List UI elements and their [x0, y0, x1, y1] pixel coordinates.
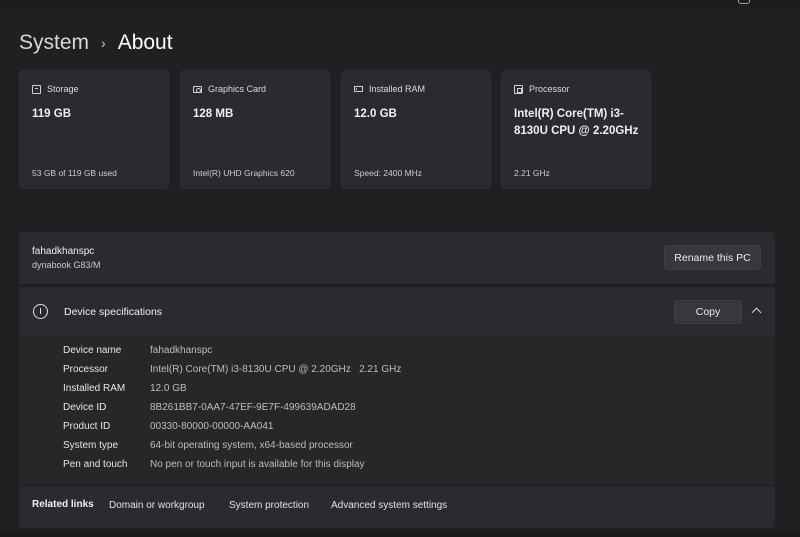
- card-title: Storage: [47, 84, 79, 94]
- card-title: Installed RAM: [369, 84, 426, 94]
- spec-value: 64-bit operating system, x64-based proce…: [150, 440, 353, 451]
- storage-card[interactable]: Storage 119 GB 53 GB of 119 GB used: [19, 70, 169, 189]
- spec-row-pen-and-touch: Pen and touch No pen or touch input is a…: [19, 456, 775, 475]
- card-value: 119 GB: [32, 108, 71, 120]
- page-title: About: [117, 31, 173, 54]
- spec-key: Installed RAM: [63, 383, 126, 394]
- spec-value: No pen or touch input is available for t…: [150, 459, 365, 470]
- processor-card[interactable]: Processor Intel(R) Core(TM) i3-8130U CPU…: [501, 70, 651, 189]
- pc-name: fahadkhanspc: [32, 246, 95, 257]
- ram-icon: [354, 86, 363, 92]
- graphics-card-card[interactable]: Graphics Card 128 MB Intel(R) UHD Graphi…: [180, 70, 330, 189]
- device-specifications-panel: Device specifications Copy Device name f…: [19, 287, 775, 485]
- related-links-label: Related links: [32, 499, 94, 510]
- spec-key: Product ID: [63, 421, 111, 432]
- card-value: 12.0 GB: [354, 108, 397, 120]
- card-title: Graphics Card: [208, 84, 267, 94]
- device-specifications-header[interactable]: Device specifications Copy: [19, 287, 775, 337]
- spec-key: Device name: [63, 345, 122, 356]
- spec-row-processor: Processor Intel(R) Core(TM) i3-8130U CPU…: [19, 361, 775, 380]
- spec-key: Processor: [63, 364, 109, 375]
- rename-pc-button[interactable]: Rename this PC: [664, 245, 761, 270]
- spec-row-installed-ram: Installed RAM 12.0 GB: [19, 380, 775, 399]
- graphics-card-icon: [193, 85, 202, 93]
- section-title: Device specifications: [64, 306, 163, 318]
- installed-ram-card[interactable]: Installed RAM 12.0 GB Speed: 2400 MHz: [341, 70, 491, 189]
- card-title: Processor: [529, 84, 570, 94]
- link-domain-or-workgroup[interactable]: Domain or workgroup: [109, 500, 205, 511]
- spec-value: 12.0 GB: [150, 383, 187, 394]
- pc-model: dynabook G83/M: [32, 260, 101, 270]
- chevron-right-icon: ›: [101, 35, 106, 51]
- spec-row-device-name: Device name fahadkhanspc: [19, 342, 775, 361]
- spec-row-device-id: Device ID 8B261BB7-0AA7-47EF-9E7F-499639…: [19, 399, 775, 418]
- copy-button[interactable]: Copy: [674, 300, 742, 324]
- spec-list: Device name fahadkhanspc Processor Intel…: [19, 338, 775, 485]
- spec-key: System type: [63, 440, 119, 451]
- card-footer: 2.21 GHz: [514, 168, 550, 178]
- card-footer: 53 GB of 119 GB used: [32, 168, 117, 178]
- info-icon: [33, 304, 48, 319]
- card-footer: Speed: 2400 MHz: [354, 168, 423, 178]
- spec-key: Pen and touch: [63, 459, 128, 470]
- card-value: Intel(R) Core(TM) i3-8130U CPU @ 2.20GHz: [514, 108, 639, 137]
- spec-value: 00330-80000-00000-AA041: [150, 421, 274, 432]
- breadcrumb-system[interactable]: System: [19, 31, 89, 55]
- spec-value: fahadkhanspc: [150, 345, 213, 356]
- title-bar: [0, 0, 800, 8]
- spec-value: 8B261BB7-0AA7-47EF-9E7F-499639ADAD28: [150, 402, 356, 413]
- pc-name-panel: fahadkhanspc dynabook G83/M Rename this …: [19, 232, 775, 284]
- card-value: 128 MB: [193, 108, 234, 120]
- taskbar-edge: [0, 530, 800, 537]
- spec-row-system-type: System type 64-bit operating system, x64…: [19, 437, 775, 456]
- spec-row-product-id: Product ID 00330-80000-00000-AA041: [19, 418, 775, 437]
- chevron-up-icon[interactable]: [751, 307, 762, 318]
- spec-value: Intel(R) Core(TM) i3-8130U CPU @ 2.20GHz…: [150, 364, 402, 375]
- restore-icon[interactable]: [738, 0, 750, 4]
- link-advanced-system-settings[interactable]: Advanced system settings: [331, 500, 447, 511]
- processor-icon: [514, 84, 523, 94]
- related-links-bar: Related links Domain or workgroup System…: [19, 486, 775, 528]
- breadcrumb: System › About: [19, 29, 173, 57]
- link-system-protection[interactable]: System protection: [229, 500, 309, 511]
- spec-key: Device ID: [63, 402, 107, 413]
- storage-icon: [32, 84, 41, 94]
- card-footer: Intel(R) UHD Graphics 620: [193, 168, 295, 178]
